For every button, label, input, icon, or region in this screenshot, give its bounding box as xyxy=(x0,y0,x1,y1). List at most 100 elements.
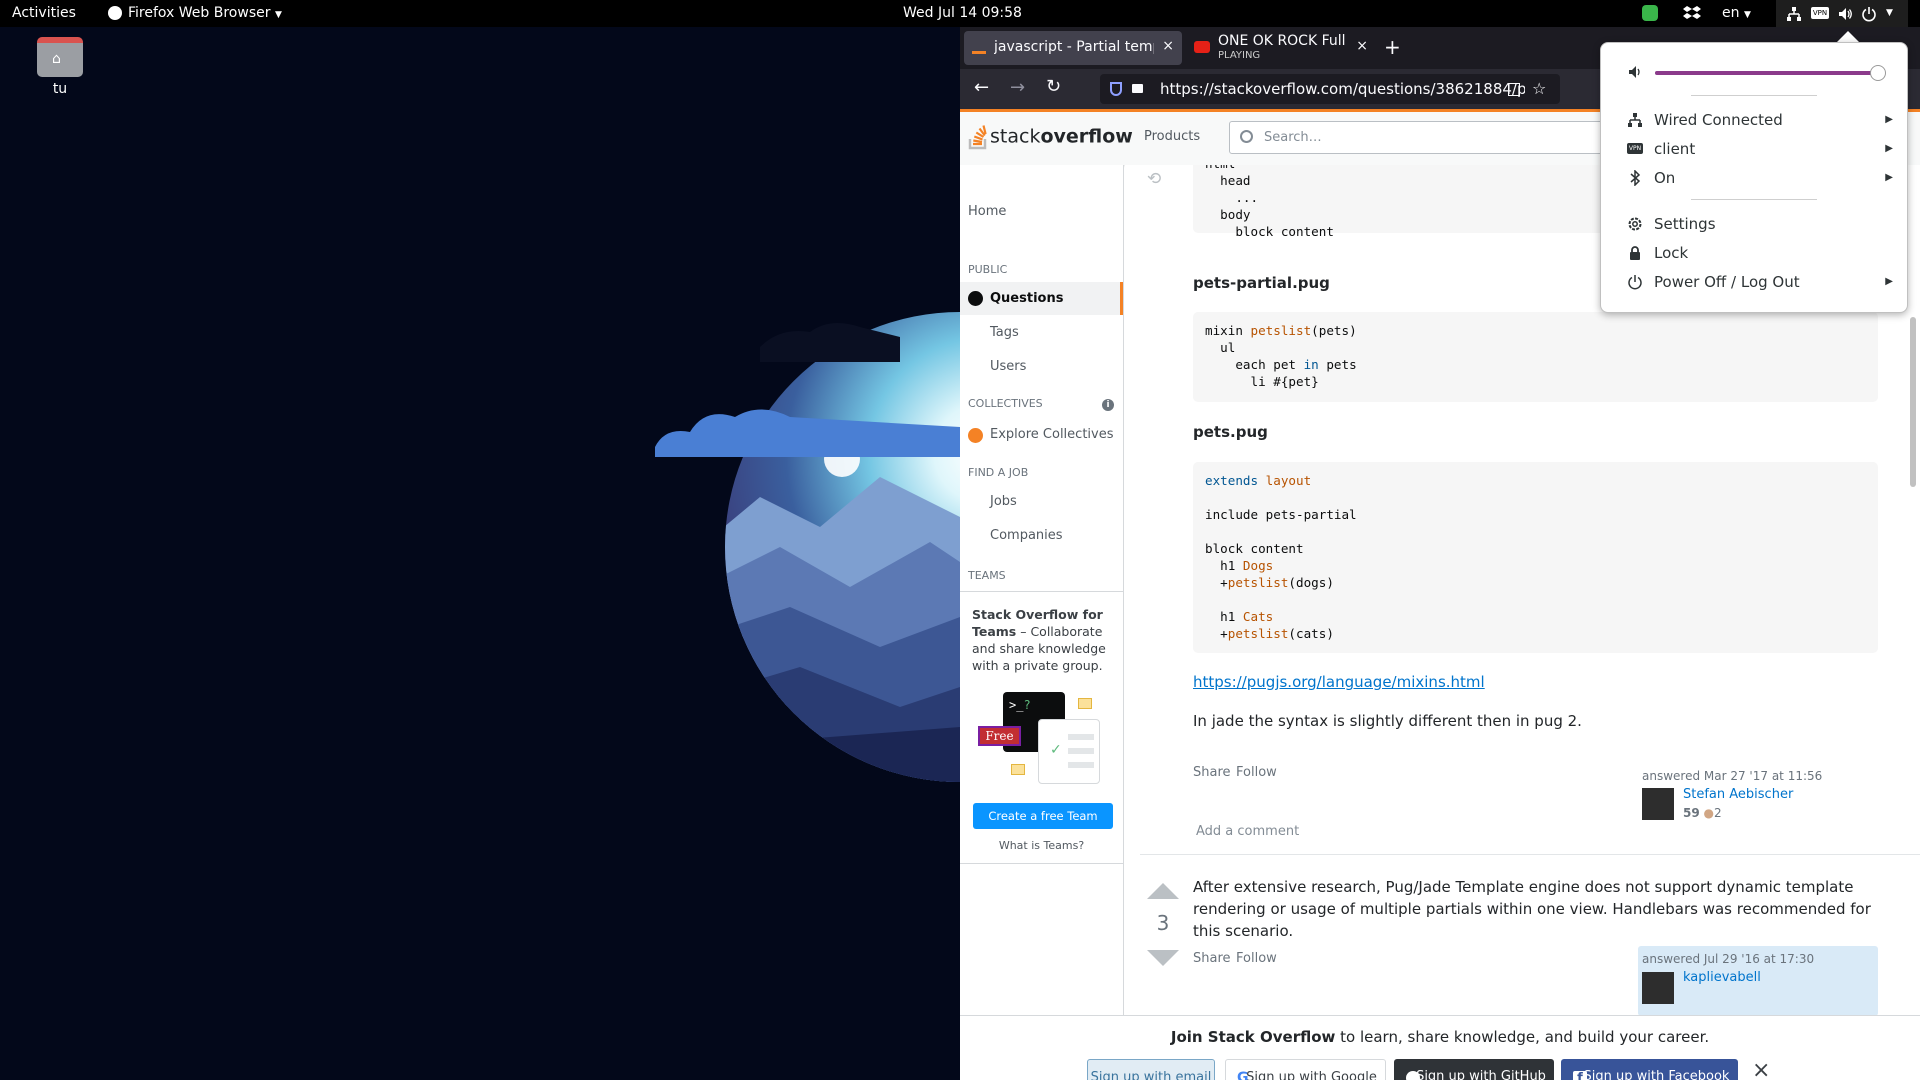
left-sidebar: Home PUBLIC Questions Tags Users COLLECT… xyxy=(960,165,1124,1015)
firefox-icon xyxy=(108,6,122,20)
answer-text: In jade the syntax is slightly different… xyxy=(1193,712,1582,730)
volume-slider-fill xyxy=(1655,71,1879,75)
menu-separator xyxy=(1691,199,1817,200)
chevron-down-icon: ▼ xyxy=(1743,10,1751,20)
code-block-pets: extends layout include pets-partial bloc… xyxy=(1193,462,1878,653)
sidebar-item-explore-collectives[interactable]: Explore Collectives xyxy=(960,418,1123,451)
add-comment-link[interactable]: Add a comment xyxy=(1196,824,1299,839)
mixins-doc-link[interactable]: https://pugjs.org/language/mixins.html xyxy=(1193,671,1485,693)
chevron-right-icon: ▶ xyxy=(1885,172,1893,183)
forward-icon[interactable]: → xyxy=(1010,77,1025,98)
back-icon[interactable]: ← xyxy=(974,77,989,98)
tab-title: ONE OK ROCK Full Album xyxy=(1218,33,1348,49)
avatar[interactable] xyxy=(1642,788,1674,820)
divider xyxy=(960,863,1123,864)
home-folder-icon[interactable]: ⌂ tu xyxy=(30,37,90,97)
signup-banner: Join Stack Overflow to learn, share know… xyxy=(960,1015,1920,1080)
system-status-area[interactable]: VPN ▼ xyxy=(1776,0,1908,27)
activities-button[interactable]: Activities xyxy=(12,0,76,27)
gear-icon xyxy=(1628,217,1642,231)
url-bar[interactable]: https://stackoverflow.com/questions/3862… xyxy=(1100,74,1560,104)
user-reputation: 59 ●2 xyxy=(1683,806,1722,820)
avatar[interactable] xyxy=(1642,972,1674,1004)
top-bar: Activities Firefox Web Browser ▼ Wed Jul… xyxy=(0,0,1920,27)
wallpaper-illustration xyxy=(655,312,960,782)
close-tab-icon[interactable]: × xyxy=(1356,38,1368,54)
signup-email-button[interactable]: Sign up with email xyxy=(1087,1059,1215,1080)
author-link[interactable]: Stefan Aebischer xyxy=(1683,787,1793,802)
teams-illustration: >_? ✓ Free xyxy=(978,692,1100,787)
upvote-icon[interactable] xyxy=(1147,883,1179,899)
sidebar-item-home[interactable]: Home xyxy=(960,195,1123,228)
page-scrollbar[interactable] xyxy=(1910,317,1916,487)
vpn-icon: VPN xyxy=(1811,7,1829,19)
free-badge: Free xyxy=(978,726,1021,746)
share-link[interactable]: Share xyxy=(1193,951,1231,966)
clock[interactable]: Wed Jul 14 09:58 xyxy=(903,0,1022,27)
sidebar-item-jobs[interactable]: Jobs xyxy=(960,485,1123,518)
reload-icon[interactable]: ↻ xyxy=(1046,76,1061,97)
owner-signature: answered Jul 29 '16 at 17:30 kaplievabel… xyxy=(1638,946,1878,1015)
signup-google-button[interactable]: G Sign up with Google xyxy=(1225,1059,1386,1080)
menu-item-settings[interactable]: Settings xyxy=(1601,210,1909,238)
menu-item-label: client xyxy=(1654,140,1696,158)
menu-item-label: On xyxy=(1654,169,1676,187)
app-menu[interactable]: Firefox Web Browser ▼ xyxy=(108,0,282,27)
menu-item-vpn[interactable]: VPN client ▶ xyxy=(1601,135,1909,163)
stackoverflow-logo-icon xyxy=(968,125,987,150)
what-is-teams-link[interactable]: What is Teams? xyxy=(960,839,1123,852)
url-text: https://stackoverflow.com/questions/3862… xyxy=(1160,80,1525,98)
menu-item-wired[interactable]: Wired Connected ▶ xyxy=(1601,106,1909,134)
button-label: Sign up with Google xyxy=(1246,1070,1377,1080)
signup-github-button[interactable]: Sign up with GitHub xyxy=(1394,1059,1554,1080)
filename-heading: pets.pug xyxy=(1193,423,1268,441)
author-link[interactable]: kaplievabell xyxy=(1683,970,1761,985)
stackoverflow-logo[interactable]: stackoverflow xyxy=(968,124,1133,150)
create-team-button[interactable]: Create a free Team xyxy=(973,803,1113,829)
close-tab-icon[interactable]: × xyxy=(1162,38,1174,54)
lock-icon xyxy=(1132,84,1143,93)
sidebar-item-users[interactable]: Users xyxy=(960,350,1123,383)
menu-item-power[interactable]: Power Off / Log Out ▶ xyxy=(1601,268,1909,296)
vpn-icon: VPN xyxy=(1627,143,1643,154)
reader-view-icon[interactable] xyxy=(1508,83,1520,96)
products-menu[interactable]: Products xyxy=(1144,129,1200,144)
menu-separator xyxy=(1691,95,1817,96)
share-link[interactable]: Share xyxy=(1193,765,1231,780)
dropbox-icon[interactable] xyxy=(1683,0,1701,27)
sidebar-heading-public: PUBLIC xyxy=(968,263,1008,276)
tab-title: javascript - Partial templa xyxy=(994,39,1154,55)
signup-facebook-button[interactable]: f Sign up with Facebook xyxy=(1561,1059,1738,1080)
sidebar-heading-collectives: COLLECTIVES xyxy=(968,397,1043,410)
power-icon xyxy=(1862,7,1876,22)
language-indicator[interactable]: en ▼ xyxy=(1722,0,1751,27)
close-icon[interactable]: × xyxy=(1752,1058,1770,1080)
menu-item-bluetooth[interactable]: On ▶ xyxy=(1601,164,1909,192)
volume-slider[interactable] xyxy=(1655,65,1887,81)
info-icon[interactable]: i xyxy=(1102,399,1114,411)
history-icon[interactable]: ⟲ xyxy=(1147,169,1161,189)
signup-lead-text: to learn, share knowledge, and build you… xyxy=(1335,1028,1710,1046)
update-indicator-icon[interactable] xyxy=(1642,0,1658,27)
network-wired-icon xyxy=(1787,7,1801,21)
sidebar-item-tags[interactable]: Tags xyxy=(960,316,1123,349)
tab-stackoverflow[interactable]: javascript - Partial templa × xyxy=(964,31,1182,65)
chevron-right-icon: ▶ xyxy=(1885,114,1893,125)
chevron-down-icon: ▼ xyxy=(1886,8,1893,18)
menu-item-lock[interactable]: Lock xyxy=(1601,239,1909,267)
new-tab-button[interactable]: + xyxy=(1384,35,1401,59)
downvote-icon[interactable] xyxy=(1147,950,1179,966)
sidebar-item-label: Questions xyxy=(990,291,1064,306)
tab-youtube[interactable]: ONE OK ROCK Full Album PLAYING × xyxy=(1186,31,1376,65)
follow-link[interactable]: Follow xyxy=(1236,951,1277,966)
sidebar-item-companies[interactable]: Companies xyxy=(960,519,1123,552)
volume-slider-handle[interactable] xyxy=(1870,65,1887,81)
logo-text-light: stack xyxy=(990,125,1041,148)
follow-link[interactable]: Follow xyxy=(1236,765,1277,780)
bookmark-star-icon[interactable]: ☆ xyxy=(1532,74,1546,104)
power-icon xyxy=(1628,275,1642,290)
menu-item-label: Power Off / Log Out xyxy=(1654,273,1800,291)
vote-count: 3 xyxy=(1156,911,1170,935)
button-label: Sign up with GitHub xyxy=(1416,1069,1546,1080)
sidebar-item-questions[interactable]: Questions xyxy=(960,282,1123,315)
